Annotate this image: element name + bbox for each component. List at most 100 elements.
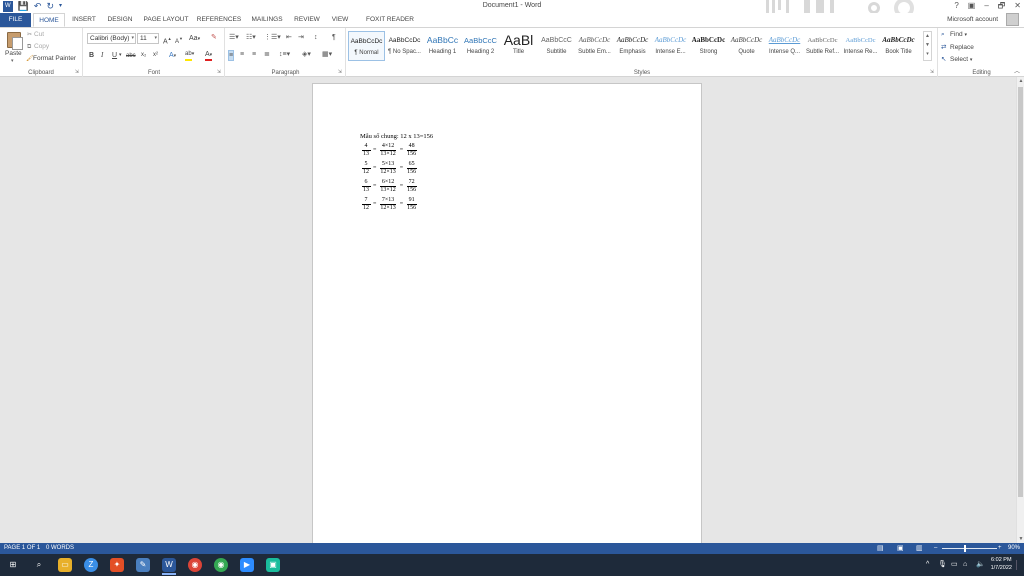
help-icon[interactable]: ? xyxy=(954,1,958,11)
multilevel-list-icon[interactable]: ⋮☰▾ xyxy=(264,33,281,42)
system-clock[interactable]: 6:02 PM 1/7/2022 xyxy=(991,556,1012,572)
borders-icon[interactable]: ▦▾ xyxy=(322,50,332,59)
zalo-icon[interactable]: Z xyxy=(84,558,98,572)
bold-button[interactable]: B xyxy=(89,51,94,60)
chevron-down-icon[interactable]: ▼ xyxy=(924,41,931,50)
dialog-launcher-icon[interactable]: ⇲ xyxy=(217,69,221,75)
close-icon[interactable]: ✕ xyxy=(1014,1,1021,11)
document-content[interactable]: Mẫu số chung: 12 x 13=156 4 13 = 4×12 13×1… xyxy=(360,132,433,213)
style-subtitle[interactable]: AaBbCcC Subtitle xyxy=(538,31,575,61)
notes-icon[interactable]: ✎ xyxy=(136,558,150,572)
account-label[interactable]: Microsoft account xyxy=(947,16,998,23)
style-heading-1[interactable]: AaBbCc Heading 1 xyxy=(424,31,461,61)
text-effects-button[interactable]: A▾ xyxy=(169,51,176,61)
paste-icon[interactable] xyxy=(7,32,23,50)
chevron-down-icon[interactable]: ▾ xyxy=(119,51,122,60)
find-button[interactable]: ⌕ Find ▾ xyxy=(941,31,967,39)
numbering-icon[interactable]: ☷▾ xyxy=(246,33,256,42)
style-intense-emphasis[interactable]: AaBbCcDc Intense E... xyxy=(652,31,689,61)
highlight-button[interactable]: ab▾ xyxy=(185,50,194,59)
word-count[interactable]: 0 WORDS xyxy=(46,543,74,554)
chevron-down-icon[interactable]: ▼ xyxy=(1017,535,1024,543)
underline-button[interactable]: U xyxy=(112,51,117,60)
style-normal[interactable]: AaBbCcDc ¶ Normal xyxy=(348,31,385,61)
styles-gallery-scroll[interactable]: ▲ ▼ ▾ xyxy=(923,31,932,61)
chrome-alt-icon[interactable]: ◉ xyxy=(214,558,228,572)
word-icon[interactable]: W xyxy=(162,558,176,575)
style-title[interactable]: AaBl Title xyxy=(500,31,537,61)
superscript-button[interactable]: x² xyxy=(153,51,158,60)
page-count[interactable]: PAGE 1 OF 1 xyxy=(4,543,40,554)
tab-design[interactable]: DESIGN xyxy=(104,13,136,27)
italic-button[interactable]: I xyxy=(101,51,103,60)
microphone-icon[interactable]: 🎙 xyxy=(938,554,947,576)
meeting-app-icon[interactable]: ▣ xyxy=(266,558,280,572)
zoom-app-icon[interactable]: ▶ xyxy=(240,558,254,572)
format-painter-button[interactable]: 🖌Format Painter xyxy=(26,55,76,62)
print-layout-icon[interactable]: ▣ xyxy=(897,543,904,554)
dialog-launcher-icon[interactable]: ⇲ xyxy=(75,69,79,75)
tab-references[interactable]: REFERENCES xyxy=(196,13,242,27)
shading-icon[interactable]: ◈▾ xyxy=(302,50,311,59)
font-name-combo[interactable]: Calibri (Body) ▾ xyxy=(87,33,136,44)
app-icon[interactable]: ✦ xyxy=(110,558,124,572)
dialog-launcher-icon[interactable]: ⇲ xyxy=(930,69,934,75)
copy-button[interactable]: ⧉ Copy xyxy=(27,43,49,51)
tab-view[interactable]: VIEW xyxy=(327,13,353,27)
more-icon[interactable]: ▾ xyxy=(924,50,931,59)
style-quote[interactable]: AaBbCcDc Quote xyxy=(728,31,765,61)
vertical-scrollbar[interactable]: ▲ ▼ xyxy=(1016,77,1024,543)
search-icon[interactable]: ⌕ xyxy=(32,558,46,572)
shrink-font-button[interactable]: A▼ xyxy=(175,34,183,47)
battery-icon[interactable]: ▭ xyxy=(951,554,958,576)
zoom-level[interactable]: 90% xyxy=(1008,543,1020,554)
style-subtle-emphasis[interactable]: AaBbCcDc Subtle Em... xyxy=(576,31,613,61)
select-button[interactable]: ↖ Select ▾ xyxy=(941,55,972,63)
tab-home[interactable]: HOME xyxy=(33,13,65,27)
windows-start-icon[interactable]: ⊞ xyxy=(6,558,20,572)
read-mode-icon[interactable]: ▤ xyxy=(877,543,884,554)
clear-formatting-icon[interactable]: ✎ xyxy=(211,33,217,42)
tab-review[interactable]: REVIEW xyxy=(292,13,322,27)
change-case-button[interactable]: Aa▾ xyxy=(189,34,200,44)
chevron-up-icon[interactable]: ^ xyxy=(926,554,929,576)
show-desktop-button[interactable] xyxy=(1016,560,1022,570)
web-layout-icon[interactable]: ▥ xyxy=(916,543,923,554)
line-spacing-icon[interactable]: ↕≡▾ xyxy=(279,50,290,59)
avatar[interactable] xyxy=(1006,13,1019,26)
strikethrough-button[interactable]: abc xyxy=(126,52,136,61)
style-no-spacing[interactable]: AaBbCcDc ¶ No Spac... xyxy=(386,31,423,61)
sort-icon[interactable]: ↕ xyxy=(314,33,318,42)
replace-button[interactable]: ⇄ Replace xyxy=(941,43,974,51)
subscript-button[interactable]: x₂ xyxy=(141,51,146,60)
increase-indent-icon[interactable]: ⇥ xyxy=(298,33,304,42)
style-book-title[interactable]: AaBbCcDc Book Title xyxy=(880,31,917,61)
chevron-down-icon[interactable]: ▾ xyxy=(11,58,14,64)
align-right-icon[interactable]: ≡ xyxy=(252,50,256,59)
align-center-icon[interactable]: ≡ xyxy=(240,50,244,59)
style-intense-reference[interactable]: AaBbCcDc Intense Re... xyxy=(842,31,879,61)
tab-mailings[interactable]: MAILINGS xyxy=(247,13,287,27)
chrome-icon[interactable]: ◉ xyxy=(188,558,202,572)
zoom-slider[interactable] xyxy=(942,548,997,549)
ribbon-display-icon[interactable]: ▣ xyxy=(968,1,976,11)
font-size-combo[interactable]: 11 ▾ xyxy=(137,33,159,44)
style-subtle-reference[interactable]: AaBbCcDc Subtle Ref... xyxy=(804,31,841,61)
cut-button[interactable]: ✂ Cut xyxy=(27,31,44,38)
zoom-slider-thumb[interactable] xyxy=(964,545,966,552)
justify-icon[interactable]: ≣ xyxy=(264,50,270,59)
zoom-out-icon[interactable]: – xyxy=(934,543,937,554)
file-explorer-icon[interactable]: ▭ xyxy=(58,558,72,572)
style-heading-2[interactable]: AaBbCcC Heading 2 xyxy=(462,31,499,61)
restore-icon[interactable]: 🗗 xyxy=(998,1,1006,11)
tab-foxit-reader-pdf[interactable]: FOXIT READER PDF xyxy=(359,13,421,37)
volume-icon[interactable]: 🔈 xyxy=(976,554,985,576)
tab-file[interactable]: FILE xyxy=(0,13,31,27)
minimize-icon[interactable]: – xyxy=(984,1,988,11)
style-emphasis[interactable]: AaBbCcDc Emphasis xyxy=(614,31,651,61)
scrollbar-thumb[interactable] xyxy=(1018,87,1023,497)
tab-insert[interactable]: INSERT xyxy=(68,13,100,27)
chevron-up-icon[interactable]: ▲ xyxy=(924,32,931,41)
style-intense-quote[interactable]: AaBbCcDc Intense Q... xyxy=(766,31,803,61)
dialog-launcher-icon[interactable]: ⇲ xyxy=(338,69,342,75)
